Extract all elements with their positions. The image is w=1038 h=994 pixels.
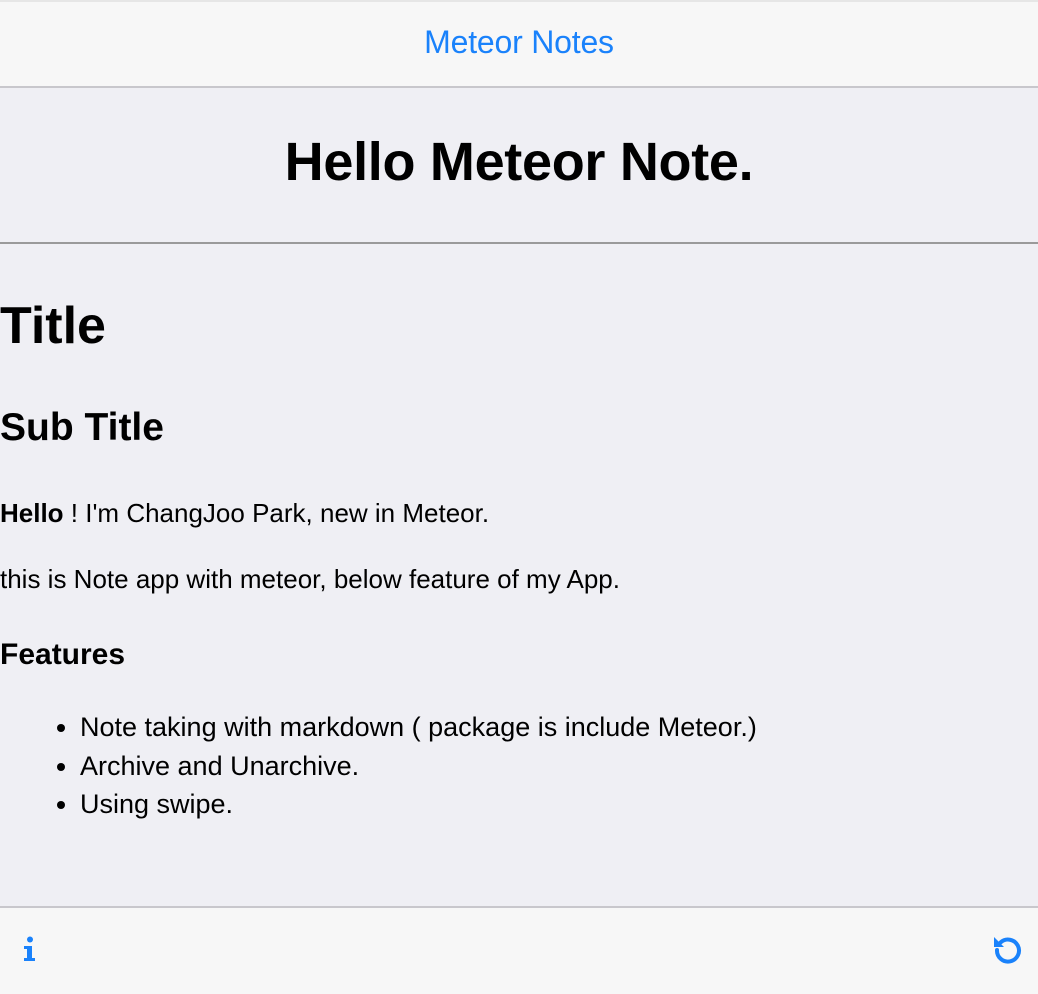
markdown-paragraph-description: this is Note app with meteor, below feat…	[0, 564, 620, 594]
nav-title: Meteor Notes	[424, 23, 614, 60]
info-button[interactable]	[0, 908, 60, 994]
markdown-paragraph-intro: Hello ! I'm ChangJoo Park, new in Meteor…	[0, 497, 489, 529]
markdown-heading-1: Title	[0, 297, 106, 355]
app-window: Meteor Notes Hello Meteor Note. Title Su…	[0, 0, 1038, 994]
list-item: Using swipe.	[80, 785, 757, 824]
note-content: Title Sub Title Hello ! I'm ChangJoo Par…	[0, 246, 1038, 906]
note-title: Hello Meteor Note.	[284, 132, 754, 192]
list-item: Note taking with markdown ( package is i…	[80, 708, 757, 747]
feature-list: Note taking with markdown ( package is i…	[0, 708, 757, 824]
refresh-button[interactable]	[978, 908, 1038, 994]
refresh-icon	[991, 932, 1025, 971]
bottom-toolbar	[0, 906, 1038, 994]
intro-text: ! I'm ChangJoo Park, new in Meteor.	[63, 498, 490, 528]
info-icon	[23, 936, 37, 967]
markdown-heading-2: Sub Title	[0, 406, 164, 449]
intro-bold-text: Hello	[0, 498, 64, 528]
note-header: Hello Meteor Note.	[0, 88, 1038, 244]
navigation-bar: Meteor Notes	[0, 0, 1038, 88]
list-item: Archive and Unarchive.	[80, 747, 757, 786]
markdown-heading-3: Features	[0, 638, 126, 671]
